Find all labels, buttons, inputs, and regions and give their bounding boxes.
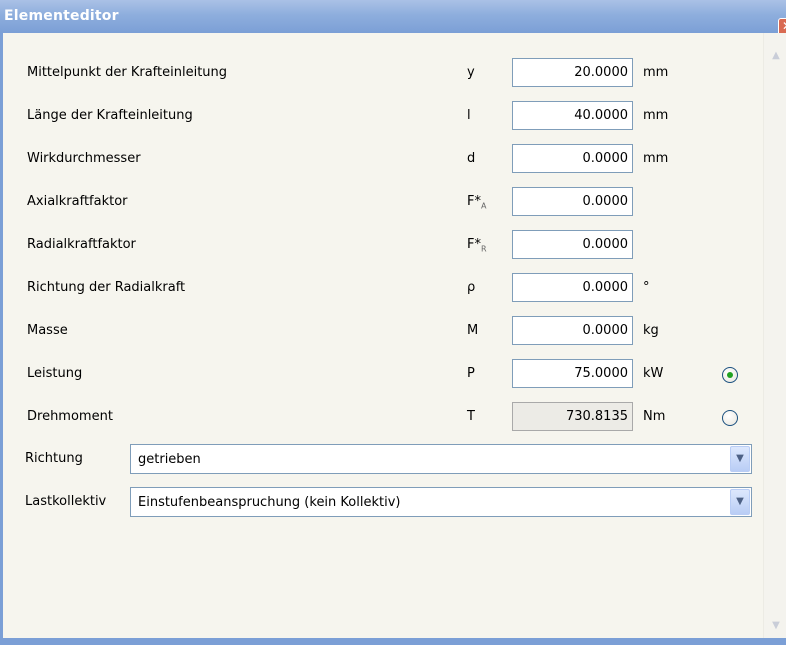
field-symbol: ρ	[467, 280, 476, 295]
field-symbol: d	[467, 151, 476, 166]
combo-row-lastkollektiv: Lastkollektiv Einstufenbeanspruchung (ke…	[3, 487, 763, 518]
drehmoment-radio[interactable]	[722, 410, 738, 426]
field-label: Wirkdurchmesser	[27, 151, 141, 166]
field-label: Länge der Krafteinleitung	[27, 108, 193, 123]
field-symbol: M	[467, 323, 479, 338]
combo-value: getrieben	[138, 452, 201, 467]
field-label: Mittelpunkt der Krafteinleitung	[27, 65, 228, 80]
chevron-down-icon[interactable]: ▼	[730, 489, 750, 515]
field-symbol: l	[467, 108, 471, 123]
field-row-richtung-radialkraft: Richtung der Radialkraft ρ 0.0000 °	[3, 273, 763, 304]
combo-value: Einstufenbeanspruchung (kein Kollektiv)	[138, 495, 401, 510]
field-symbol: y	[467, 65, 475, 80]
field-unit: °	[643, 280, 650, 295]
field-unit: mm	[643, 108, 669, 123]
field-label: Radialkraftfaktor	[27, 237, 136, 252]
wirkdurchmesser-input[interactable]: 0.0000	[512, 144, 633, 173]
field-row-leistung: Leistung P 75.0000 kW	[3, 359, 763, 390]
field-label: Axialkraftfaktor	[27, 194, 128, 209]
richtung-radialkraft-input[interactable]: 0.0000	[512, 273, 633, 302]
lastkollektiv-select[interactable]: Einstufenbeanspruchung (kein Kollektiv) …	[130, 487, 752, 517]
field-row-masse: Masse M 0.0000 kg	[3, 316, 763, 347]
masse-input[interactable]: 0.0000	[512, 316, 633, 345]
element-editor-window: Elementeditor ✕ Mittelpunkt der Kraftein…	[0, 0, 786, 645]
window-title: Elementeditor	[4, 8, 119, 24]
scroll-up-icon[interactable]: ▲	[769, 49, 783, 63]
combo-label: Richtung	[25, 451, 83, 466]
drehmoment-output: 730.8135	[512, 402, 633, 431]
window-border-bottom	[0, 638, 786, 645]
leistung-input[interactable]: 75.0000	[512, 359, 633, 388]
field-row-axialkraftfaktor: Axialkraftfaktor F*A 0.0000	[3, 187, 763, 218]
laenge-input[interactable]: 40.0000	[512, 101, 633, 130]
field-symbol: F*R	[467, 237, 487, 254]
vertical-scrollbar[interactable]: ▲ ▼	[763, 33, 786, 638]
field-label: Masse	[27, 323, 68, 338]
chevron-down-icon[interactable]: ▼	[730, 446, 750, 472]
radio-selected-dot	[727, 372, 733, 378]
field-row-radialkraftfaktor: Radialkraftfaktor F*R 0.0000	[3, 230, 763, 261]
field-unit: kg	[643, 323, 659, 338]
field-symbol: F*A	[467, 194, 487, 211]
field-symbol: P	[467, 366, 475, 381]
field-unit: kW	[643, 366, 664, 381]
title-bar[interactable]: Elementeditor ✕	[0, 0, 786, 36]
radialkraftfaktor-input[interactable]: 0.0000	[512, 230, 633, 259]
field-row-mittelpunkt: Mittelpunkt der Krafteinleitung y 20.000…	[3, 58, 763, 89]
field-row-wirkdurchmesser: Wirkdurchmesser d 0.0000 mm	[3, 144, 763, 175]
field-unit: mm	[643, 151, 669, 166]
field-unit: mm	[643, 65, 669, 80]
field-label: Drehmoment	[27, 409, 113, 424]
combo-row-richtung: Richtung getrieben ▼	[3, 444, 763, 475]
field-row-drehmoment: Drehmoment T 730.8135 Nm	[3, 402, 763, 433]
combo-label: Lastkollektiv	[25, 494, 107, 509]
richtung-select[interactable]: getrieben ▼	[130, 444, 752, 474]
axialkraftfaktor-input[interactable]: 0.0000	[512, 187, 633, 216]
mittelpunkt-input[interactable]: 20.0000	[512, 58, 633, 87]
leistung-radio[interactable]	[722, 367, 738, 383]
field-label: Leistung	[27, 366, 83, 381]
scroll-down-icon[interactable]: ▼	[769, 619, 783, 633]
field-row-laenge: Länge der Krafteinleitung l 40.0000 mm	[3, 101, 763, 132]
field-label: Richtung der Radialkraft	[27, 280, 186, 295]
editor-content: Mittelpunkt der Krafteinleitung y 20.000…	[3, 33, 763, 638]
field-symbol: T	[467, 409, 475, 424]
field-unit: Nm	[643, 409, 666, 424]
